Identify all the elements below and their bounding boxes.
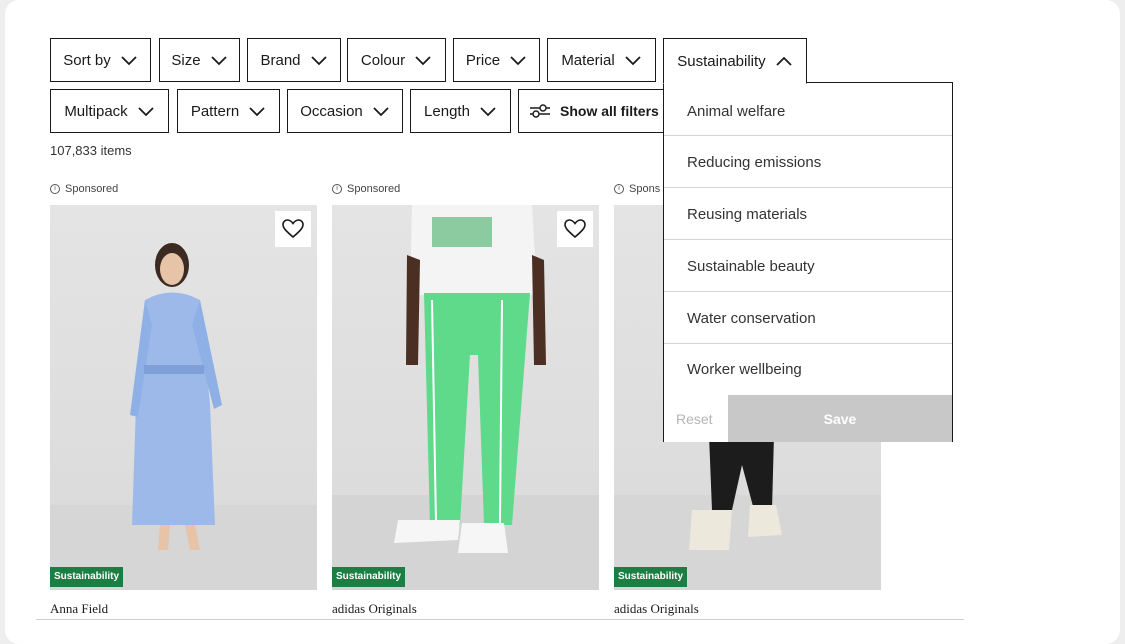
wishlist-button[interactable] bbox=[275, 211, 311, 247]
option-water-conservation[interactable]: Water conservation bbox=[664, 292, 952, 344]
save-button[interactable]: Save bbox=[728, 395, 952, 442]
option-sustainable-beauty[interactable]: Sustainable beauty bbox=[664, 240, 952, 292]
filter-label: Size bbox=[171, 51, 201, 69]
sustainability-badge: Sustainability bbox=[614, 567, 688, 587]
option-animal-welfare[interactable]: Animal welfare bbox=[664, 85, 952, 137]
chevron-down-icon bbox=[310, 56, 327, 66]
filter-label: Occasion bbox=[300, 102, 363, 120]
filter-material-button[interactable]: Material bbox=[547, 38, 656, 82]
option-worker-wellbeing[interactable]: Worker wellbeing bbox=[664, 343, 952, 395]
filter-sustainability-button[interactable]: Sustainability bbox=[663, 38, 807, 84]
product-photo-dress bbox=[50, 243, 317, 590]
filter-occasion-button[interactable]: Occasion bbox=[287, 89, 403, 133]
sliders-icon bbox=[530, 104, 550, 118]
chevron-down-icon bbox=[480, 107, 496, 117]
option-reusing-materials[interactable]: Reusing materials bbox=[664, 188, 952, 240]
product-brand[interactable]: Anna Field bbox=[50, 601, 108, 617]
chevron-down-icon bbox=[249, 107, 265, 117]
product-image[interactable]: Sustainability bbox=[332, 205, 599, 590]
info-icon: i bbox=[332, 184, 342, 194]
filter-brand-button[interactable]: Brand bbox=[247, 38, 341, 82]
filter-sort-by-button[interactable]: Sort by bbox=[50, 38, 151, 82]
heart-outline-icon bbox=[282, 219, 304, 239]
option-reducing-emissions[interactable]: Reducing emissions bbox=[664, 136, 952, 188]
sponsored-label: i Sponsored bbox=[332, 183, 400, 195]
filter-label: Length bbox=[424, 102, 470, 120]
filter-size-button[interactable]: Size bbox=[159, 38, 240, 82]
sustainability-badge: Sustainability bbox=[50, 567, 124, 587]
divider bbox=[36, 619, 964, 620]
filter-label: Multipack bbox=[64, 102, 128, 120]
heart-outline-icon bbox=[564, 219, 586, 239]
filter-multipack-button[interactable]: Multipack bbox=[50, 89, 169, 133]
sponsored-label: i Sponsored bbox=[50, 183, 118, 195]
chevron-down-icon bbox=[415, 56, 431, 66]
chevron-down-icon bbox=[510, 56, 526, 66]
reset-button[interactable]: Reset bbox=[664, 395, 728, 442]
sponsored-text: Sponsored bbox=[347, 183, 401, 195]
product-brand[interactable]: adidas Originals bbox=[614, 601, 699, 617]
sustainability-badge: Sustainability bbox=[332, 567, 406, 587]
results-count: 107,833 items bbox=[50, 143, 132, 158]
show-all-filters-button[interactable]: Show all filters bbox=[518, 89, 668, 133]
chevron-down-icon bbox=[373, 107, 389, 117]
filter-label: Sustainability bbox=[677, 52, 766, 70]
sponsored-text: Sponsored bbox=[65, 183, 119, 195]
filter-colour-button[interactable]: Colour bbox=[347, 38, 446, 82]
chevron-down-icon bbox=[210, 56, 227, 66]
show-all-filters-label: Show all filters bbox=[560, 103, 659, 119]
chevron-up-icon bbox=[776, 56, 792, 66]
filter-label: Colour bbox=[360, 51, 406, 69]
filter-label: Sort by bbox=[63, 51, 111, 69]
filter-length-button[interactable]: Length bbox=[410, 89, 511, 133]
filter-label: Brand bbox=[260, 51, 301, 69]
product-photo-trackpants bbox=[332, 205, 599, 590]
chevron-down-icon bbox=[121, 56, 137, 66]
product-brand[interactable]: adidas Originals bbox=[332, 601, 417, 617]
sponsored-text: Spons bbox=[629, 183, 661, 195]
wishlist-button[interactable] bbox=[557, 211, 593, 247]
product-image[interactable]: Sustainability bbox=[50, 205, 317, 590]
filter-pattern-button[interactable]: Pattern bbox=[177, 89, 280, 133]
filter-label: Material bbox=[561, 51, 615, 69]
filter-label: Price bbox=[465, 51, 501, 69]
info-icon: i bbox=[50, 184, 60, 194]
filter-label: Pattern bbox=[190, 102, 240, 120]
info-icon: i bbox=[614, 184, 624, 194]
chevron-down-icon bbox=[138, 107, 154, 117]
sponsored-label: i Spons bbox=[614, 183, 660, 195]
sustainability-dropdown: Animal welfare Reducing emissions Reusin… bbox=[663, 82, 953, 442]
chevron-down-icon bbox=[625, 56, 641, 66]
filter-price-button[interactable]: Price bbox=[453, 38, 540, 82]
